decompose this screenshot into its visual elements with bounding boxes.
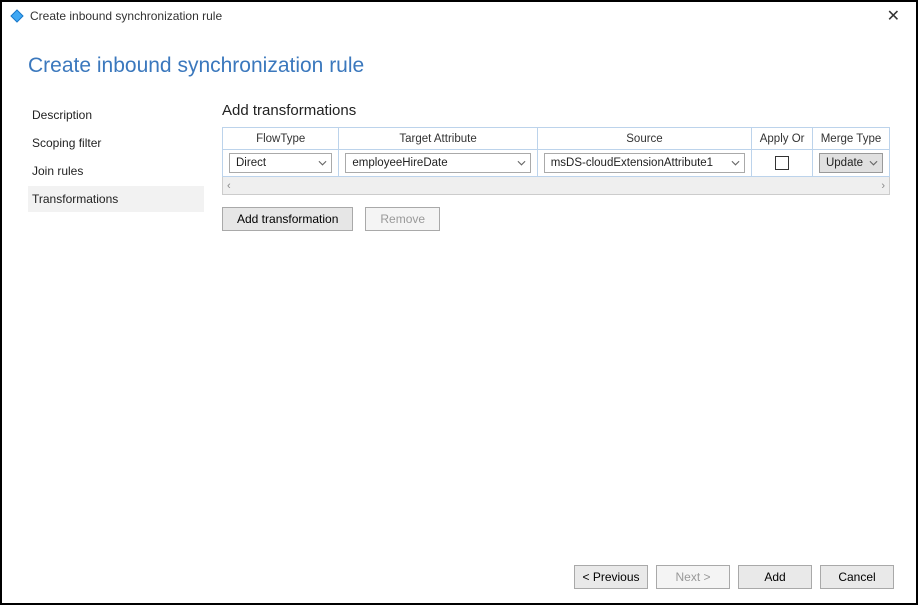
add-transformation-button[interactable]: Add transformation	[222, 207, 353, 231]
col-source: Source	[537, 128, 752, 150]
previous-button[interactable]: < Previous	[574, 565, 648, 589]
main-panel: Add transformations FlowType Target Attr…	[222, 102, 890, 231]
section-title: Add transformations	[222, 102, 890, 119]
app-icon	[10, 9, 24, 23]
target-attribute-value: employeeHireDate	[352, 157, 447, 169]
sidebar: Description Scoping filter Join rules Tr…	[28, 102, 204, 231]
transformations-table: FlowType Target Attribute Source Apply O…	[222, 127, 890, 177]
merge-type-select[interactable]: Update	[819, 153, 883, 173]
remove-button[interactable]: Remove	[365, 207, 440, 231]
flow-type-select[interactable]: Direct	[229, 153, 332, 173]
scroll-left-icon[interactable]: ‹	[227, 180, 231, 192]
apply-once-checkbox[interactable]	[775, 156, 789, 170]
close-icon[interactable]: ✕	[879, 4, 908, 28]
chevron-down-icon	[869, 157, 878, 169]
col-merge-type: Merge Type	[812, 128, 889, 150]
target-attribute-select[interactable]: employeeHireDate	[345, 153, 530, 173]
col-apply-once: Apply Or	[752, 128, 813, 150]
table-header-row: FlowType Target Attribute Source Apply O…	[223, 128, 890, 150]
window-title: Create inbound synchronization rule	[30, 9, 222, 23]
sidebar-item-description[interactable]: Description	[28, 102, 204, 128]
col-target-attribute: Target Attribute	[339, 128, 537, 150]
table-row: Direct employeeHireDate msDS-cloudExtens…	[223, 150, 890, 177]
sidebar-item-transformations[interactable]: Transformations	[28, 186, 204, 212]
flow-type-value: Direct	[236, 157, 266, 169]
chevron-down-icon	[318, 157, 327, 169]
next-button[interactable]: Next >	[656, 565, 730, 589]
sidebar-item-scoping-filter[interactable]: Scoping filter	[28, 130, 204, 156]
page-title: Create inbound synchronization rule	[2, 30, 916, 102]
source-select[interactable]: msDS-cloudExtensionAttribute1	[544, 153, 746, 173]
titlebar: Create inbound synchronization rule ✕	[2, 2, 916, 30]
add-button[interactable]: Add	[738, 565, 812, 589]
merge-type-value: Update	[826, 157, 863, 169]
col-flow-type: FlowType	[223, 128, 339, 150]
scroll-right-icon[interactable]: ›	[881, 180, 885, 192]
sidebar-item-join-rules[interactable]: Join rules	[28, 158, 204, 184]
chevron-down-icon	[731, 157, 740, 169]
chevron-down-icon	[517, 157, 526, 169]
wizard-footer: < Previous Next > Add Cancel	[574, 565, 894, 589]
cancel-button[interactable]: Cancel	[820, 565, 894, 589]
horizontal-scrollbar[interactable]: ‹ ›	[222, 177, 890, 195]
source-value: msDS-cloudExtensionAttribute1	[551, 157, 713, 169]
